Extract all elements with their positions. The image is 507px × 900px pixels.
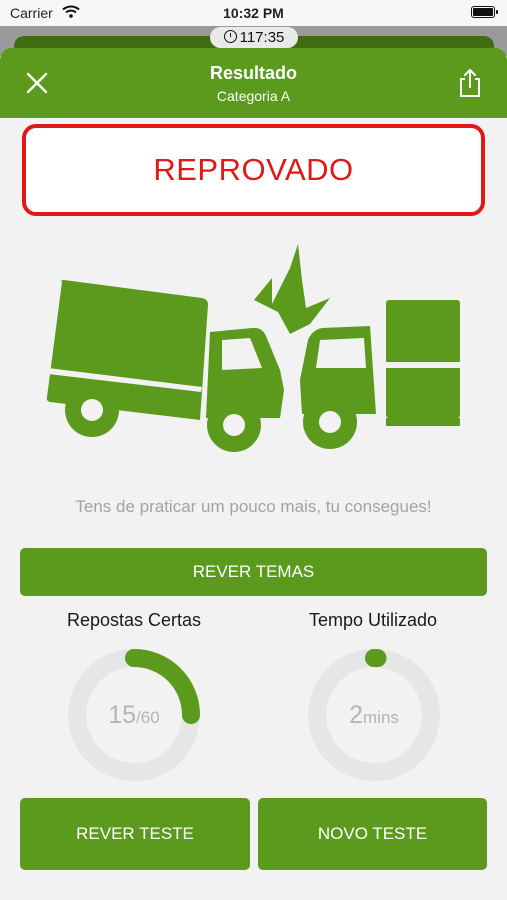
time-used-label: Tempo Utilizado	[308, 610, 438, 630]
time-value: 2	[349, 701, 363, 729]
review-test-button[interactable]: REVER TESTE	[20, 798, 250, 870]
correct-count: 15	[108, 701, 137, 729]
result-status-box: REPROVADO	[22, 124, 485, 216]
time-unit: mins	[363, 708, 399, 727]
correct-answers-gauge: 15/60	[67, 648, 201, 782]
correct-answers-label: Repostas Certas	[66, 610, 202, 630]
review-topics-button[interactable]: REVER TEMAS	[20, 548, 487, 596]
status-bar: Carrier 10:32 PM	[0, 0, 507, 26]
clock-time: 10:32 PM	[223, 5, 284, 21]
page-title: Resultado	[209, 63, 297, 83]
new-test-button[interactable]: NOVO TESTE	[258, 798, 487, 870]
share-icon	[460, 69, 480, 97]
time-used-gauge: 2mins	[307, 648, 441, 782]
truck-crash-icon	[40, 240, 470, 460]
page-subtitle: Categoria A	[216, 88, 291, 104]
timer-value: 117:35	[239, 29, 285, 46]
result-label: REPROVADO	[153, 152, 354, 187]
feedback-message: Tens de praticar um pouco mais, tu conse…	[75, 497, 432, 516]
timer-badge: 117:35	[210, 27, 298, 48]
battery-icon	[471, 6, 498, 18]
share-button[interactable]	[457, 68, 483, 98]
clock-icon	[223, 30, 237, 43]
nav-bar: Resultado Categoria A	[0, 48, 507, 118]
correct-total: /60	[136, 708, 160, 727]
